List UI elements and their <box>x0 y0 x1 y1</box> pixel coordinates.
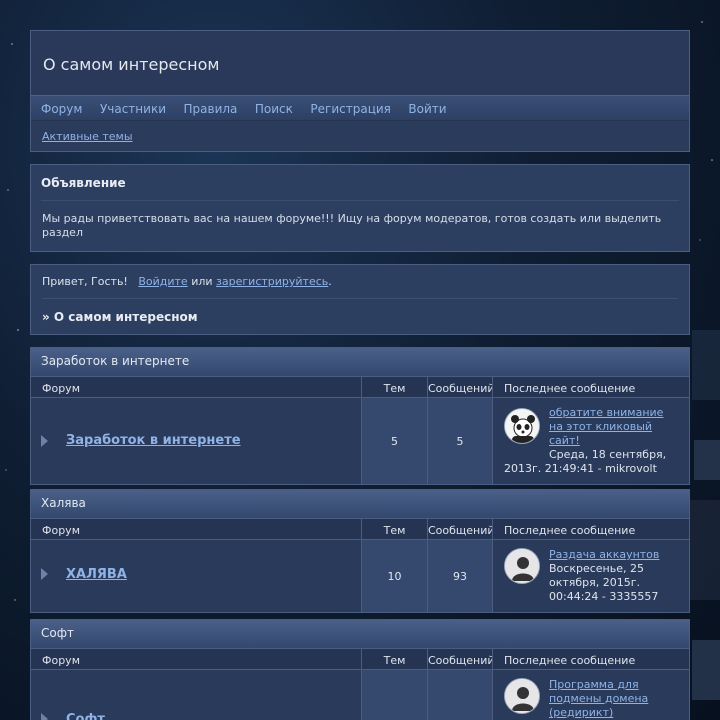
last-post-cell: Программа для подмены домена (редирикт) <box>493 670 689 720</box>
col-forum: Форум <box>31 519 362 539</box>
nav-register[interactable]: Регистрация <box>310 102 390 116</box>
post-count: 5 <box>428 398 493 484</box>
last-post-info: октября, 2015г. <box>549 576 641 589</box>
nav-forum[interactable]: Форум <box>41 102 82 116</box>
nav-login[interactable]: Войти <box>408 102 446 116</box>
last-post-link[interactable]: Программа для подмены домена (редирикт) <box>549 678 674 720</box>
col-last-post: Последнее сообщение <box>504 382 636 395</box>
last-post-link-line[interactable]: обратите внимание <box>549 406 663 419</box>
announcement-box: Объявление Мы рады приветствовать вас на… <box>30 164 690 252</box>
col-topics: Тем <box>362 649 428 669</box>
user-avatar-icon[interactable] <box>504 548 540 584</box>
forum-status-icon <box>41 435 48 447</box>
post-count: 28 <box>428 670 493 720</box>
last-post-link-line[interactable]: Программа для <box>549 678 639 691</box>
forum-status-icon <box>41 713 48 720</box>
col-forum: Форум <box>31 649 362 669</box>
forum-row: Заработок в интернете 5 5 обратите внима… <box>31 398 689 484</box>
col-posts: Сообщений <box>428 519 493 539</box>
topic-count: 5 <box>362 398 428 484</box>
forum-link[interactable]: Заработок в интернете <box>66 433 241 448</box>
or-text: или <box>191 275 213 288</box>
last-post-link[interactable]: Раздача аккаунтов <box>549 548 674 562</box>
nav-search[interactable]: Поиск <box>255 102 293 116</box>
last-post-info: 00:44:24 - 3335557 <box>549 590 659 603</box>
last-post-link-line[interactable]: сайт! <box>549 434 580 447</box>
category-title[interactable]: Заработок в интернете <box>31 348 689 376</box>
forum-header: О самом интересном Форум Участники Прави… <box>30 30 690 152</box>
category-title[interactable]: Софт <box>31 620 689 648</box>
welcome-box: Привет, Гость! Войдите или зарегистрируй… <box>30 264 690 335</box>
forum-cell: ХАЛЯВА <box>31 540 362 612</box>
last-post-link-line[interactable]: подмены домена <box>549 692 648 705</box>
nav-members[interactable]: Участники <box>100 102 166 116</box>
nav-rules[interactable]: Правила <box>184 102 238 116</box>
category-software: Софт Форум Тем Сообщений Последнее сообщ… <box>30 619 690 720</box>
column-headers: Форум Тем Сообщений Последнее сообщение <box>31 376 689 398</box>
column-headers: Форум Тем Сообщений Последнее сообщение <box>31 518 689 540</box>
col-topics: Тем <box>362 519 428 539</box>
active-topics-link[interactable]: Активные темы <box>42 130 133 143</box>
col-posts: Сообщений <box>428 377 493 397</box>
col-forum: Форум <box>31 377 362 397</box>
forum-row: ХАЛЯВА 10 93 Раздача аккаунтов Воскресен… <box>31 540 689 612</box>
login-link[interactable]: Войдите <box>138 275 187 288</box>
guest-greeting: Привет, Гость! Войдите или зарегистрируй… <box>42 275 678 299</box>
col-posts: Сообщений <box>428 649 493 669</box>
panda-avatar-icon[interactable] <box>504 408 540 444</box>
forum-status-icon <box>41 568 48 580</box>
sub-nav: Активные темы <box>31 121 689 151</box>
category-title[interactable]: Халява <box>31 490 689 518</box>
announcement-text: Мы рады приветствовать вас на нашем фору… <box>42 212 662 239</box>
forum-row: Софт 8 28 Программа для подмены домена <box>31 670 689 720</box>
last-post-info: 2013г. 21:49:41 - mikrovolt <box>504 462 657 475</box>
col-last-post: Последнее сообщение <box>504 524 636 537</box>
forum-cell: Софт <box>31 670 362 720</box>
topic-count: 10 <box>362 540 428 612</box>
post-count: 93 <box>428 540 493 612</box>
forum-cell: Заработок в интернете <box>31 398 362 484</box>
category-freebies: Халява Форум Тем Сообщений Последнее соо… <box>30 489 690 613</box>
last-post-info: Среда, 18 сентября, <box>549 448 667 461</box>
last-post-cell: Раздача аккаунтов Воскресенье, 25 октябр… <box>493 540 689 612</box>
greeting-text: Привет, Гость! <box>42 275 128 288</box>
main-nav: Форум Участники Правила Поиск Регистраци… <box>31 95 689 121</box>
last-post-cell: обратите внимание на этот кликовый сайт!… <box>493 398 689 484</box>
register-link[interactable]: зарегистрируйтесь <box>216 275 328 288</box>
last-post-link[interactable]: обратите внимание на этот кликовый сайт! <box>549 406 674 448</box>
last-post-link-line[interactable]: (редирикт) <box>549 706 613 719</box>
column-headers: Форум Тем Сообщений Последнее сообщение <box>31 648 689 670</box>
category-earnings: Заработок в интернете Форум Тем Сообщени… <box>30 347 690 485</box>
title-area: О самом интересном <box>31 31 689 95</box>
forum-title: О самом интересном <box>43 55 220 74</box>
user-avatar-icon[interactable] <box>504 678 540 714</box>
last-post-link-line[interactable]: на этот кликовый <box>549 420 652 433</box>
col-last-post: Последнее сообщение <box>504 654 636 667</box>
announcement-title: Объявление <box>41 176 679 201</box>
breadcrumb: » О самом интересном <box>42 310 198 324</box>
period-text: . <box>328 275 332 288</box>
topic-count: 8 <box>362 670 428 720</box>
last-post-info: Воскресенье, 25 <box>549 562 644 575</box>
col-topics: Тем <box>362 377 428 397</box>
forum-link[interactable]: ХАЛЯВА <box>66 567 127 582</box>
forum-link[interactable]: Софт <box>66 712 105 720</box>
